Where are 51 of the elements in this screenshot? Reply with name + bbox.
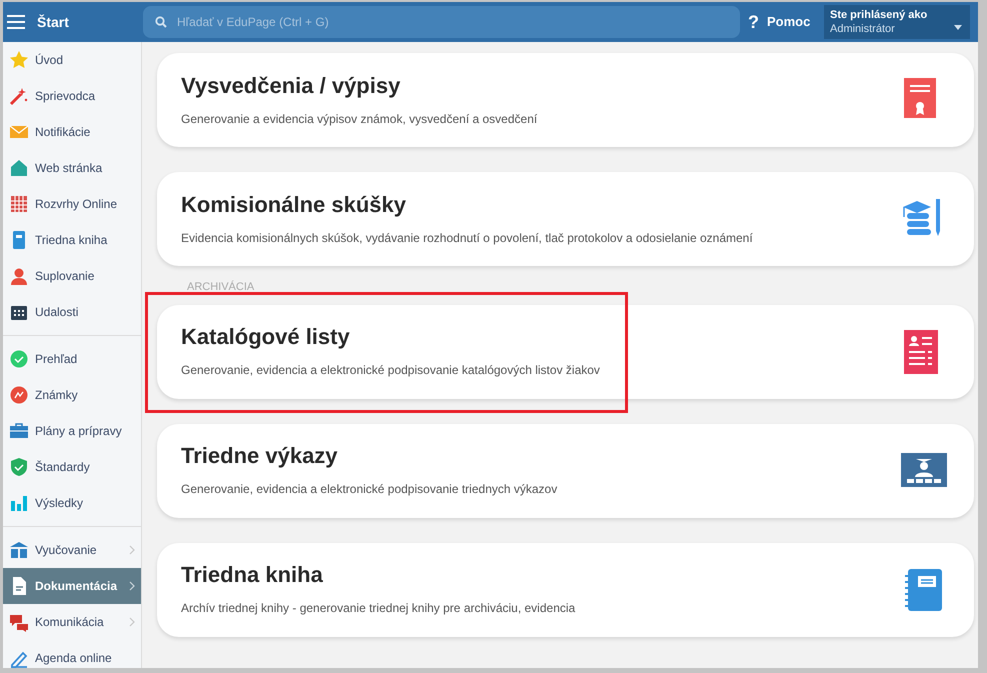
document-card[interactable]: Triedne výkazy Generovanie, evidencia a elektronické podpisovanie triednych výkazov [157, 424, 974, 518]
sidebar-item[interactable]: Triedna kniha [3, 222, 141, 258]
sidebar-item[interactable]: Suplovanie [3, 258, 141, 294]
document-card[interactable]: Triedna kniha Archív triednej knihy - generovanie triednej knihy pre archiváciu, evidencia [157, 542, 974, 636]
help-button[interactable]: ? Pomoc [746, 8, 812, 36]
start-title: Štart [37, 12, 69, 32]
sidebar-item[interactable]: Komunikácia [3, 604, 141, 640]
document-card[interactable]: Komisionálne skúšky Evidencia komisionálnych skúšok, vydávanie rozhodnutí o povolení, tlač protokolov a odosielanie oznámení [157, 172, 974, 266]
chat-bubbles-icon [9, 612, 29, 632]
card-title: Triedna kniha [181, 562, 324, 588]
document-card[interactable]: Katalógové listy Generovanie, evidencia a elektronické podpisovanie katalógových listov žiakov [157, 304, 974, 398]
sidebar-item[interactable]: Rozvrhy Online [3, 186, 141, 222]
card-title: Komisionálne skúšky [181, 192, 407, 218]
check-circle-icon [9, 349, 29, 369]
sidebar-item[interactable]: Plány a prípravy [3, 413, 141, 449]
star-icon [9, 50, 29, 70]
card-description: Generovanie a evidencia výpisov známok, vysvedčení a osvedčení [181, 110, 538, 128]
menu-button[interactable] [7, 12, 27, 32]
search-field[interactable]: Hľadať v EduPage (Ctrl + G) [143, 6, 740, 38]
card-title: Katalógové listy [181, 324, 351, 350]
card-description: Generovanie, evidencia a elektronické podpisovanie katalógových listov žiakov [181, 362, 601, 379]
sidebar-item[interactable]: Vyučovanie [3, 532, 141, 568]
sidebar-item[interactable]: Výsledky [3, 485, 141, 521]
search-icon [155, 16, 167, 28]
calendar-grid-icon [9, 194, 29, 214]
sidebar-item[interactable]: Web stránka [3, 150, 141, 186]
magic-wand-icon [9, 86, 29, 106]
sidebar-item[interactable]: Agenda online [3, 640, 141, 668]
shield-icon [9, 457, 29, 477]
card-title: Triedne výkazy [181, 443, 339, 469]
card-title: Vysvedčenia / výpisy [181, 72, 402, 98]
section-label: ARCHIVÁCIA [186, 280, 256, 295]
grade-circle-icon [9, 385, 29, 405]
card-description: Archív triednej knihy - generovanie triednej knihy pre archiváciu, evidencia [181, 600, 576, 617]
sidebar-item[interactable]: Dokumentácia [3, 568, 141, 604]
user-menu[interactable]: Ste prihlásený ako Administrátor [824, 5, 970, 39]
sidebar-item[interactable]: Štandardy [3, 449, 141, 485]
sidebar-item[interactable]: Známky [3, 377, 141, 413]
card-description: Generovanie, evidencia a elektronické podpisovanie triednych výkazov [181, 481, 558, 498]
caret-icon [954, 25, 962, 30]
sidebar-item[interactable]: Sprievodca [3, 78, 141, 114]
sidebar-item[interactable]: Úvod [3, 42, 141, 78]
document-card[interactable]: Vysvedčenia / výpisy Generovanie a evidencia výpisov známok, vysvedčení a osvedčení [157, 53, 974, 147]
briefcase-icon [9, 421, 29, 441]
person-icon [9, 266, 29, 286]
house-icon [9, 158, 29, 178]
card-description: Evidencia komisionálnych skúšok, vydávanie rozhodnutí o povolení, tlač protokolov a odosielanie oznámení [181, 230, 754, 246]
sidebar-item[interactable]: Udalosti [3, 294, 141, 330]
sidebar-item[interactable]: Notifikácie [3, 114, 141, 150]
bar-chart-icon [9, 493, 29, 513]
sidebar-item[interactable]: Prehľad [3, 341, 141, 377]
